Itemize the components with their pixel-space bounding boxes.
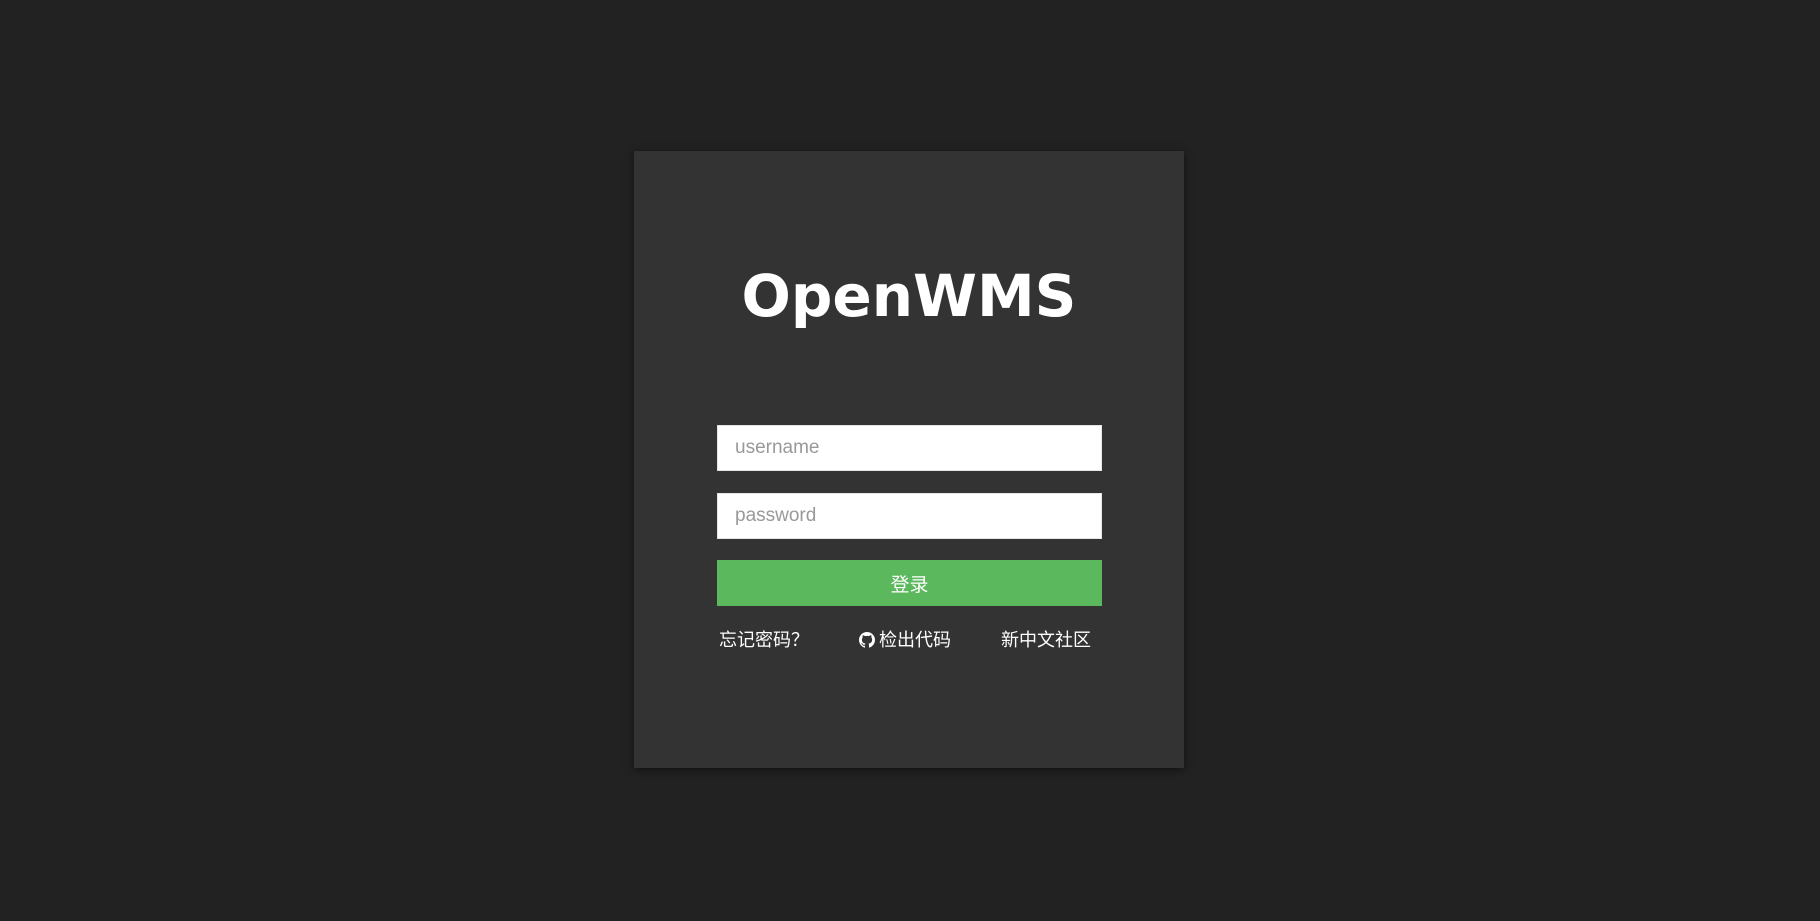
login-button[interactable]: 登录	[717, 560, 1102, 606]
checkout-code-link[interactable]: 检出代码	[859, 628, 951, 654]
forgot-password-label: 忘记密码？	[719, 630, 809, 651]
password-input[interactable]	[717, 493, 1102, 539]
login-card: OpenWMS 登录 忘记密码？ 检出代码 新中文社区	[634, 151, 1184, 768]
checkout-code-label: 检出代码	[879, 630, 951, 651]
login-page: OpenWMS 登录 忘记密码？ 检出代码 新中文社区	[0, 0, 1820, 921]
app-title: OpenWMS	[741, 262, 1077, 330]
community-link[interactable]: 新中文社区	[1001, 628, 1091, 654]
username-input[interactable]	[717, 425, 1102, 471]
github-icon	[859, 630, 875, 648]
footer-links: 忘记密码？ 检出代码 新中文社区	[719, 628, 1104, 654]
community-label: 新中文社区	[1001, 630, 1091, 651]
forgot-password-link[interactable]: 忘记密码？	[719, 628, 809, 654]
